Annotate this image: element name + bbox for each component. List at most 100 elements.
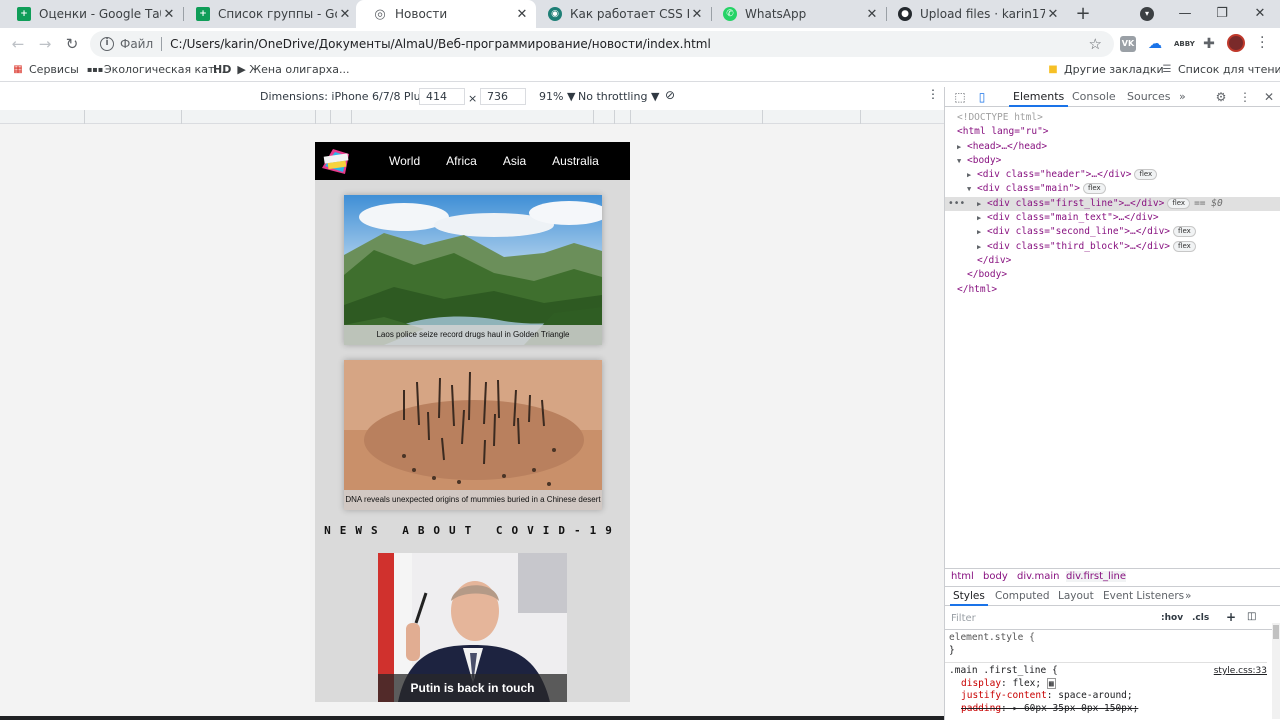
expand-arrow-icon[interactable]: ▶ <box>967 168 977 182</box>
close-icon[interactable]: ✕ <box>514 7 530 22</box>
expand-arrow-icon[interactable]: ▶ <box>977 240 987 254</box>
tab-grades[interactable]: + Оценки - Google Таблицы ✕ <box>0 0 183 28</box>
device-select[interactable]: Dimensions: iPhone 6/7/8 Plus ▼ <box>260 90 438 103</box>
tab-sources[interactable]: Sources <box>1127 90 1171 103</box>
bookmark-star-icon[interactable]: ☆ <box>1089 35 1102 53</box>
toggle-sidebar-icon[interactable]: ◫ <box>1247 611 1256 622</box>
forward-icon[interactable]: → <box>35 34 55 54</box>
media-query-ruler[interactable] <box>0 110 944 124</box>
flex-badge[interactable]: flex <box>1173 226 1196 238</box>
flex-badge[interactable]: flex <box>1134 169 1158 181</box>
tab-whatsapp[interactable]: ✆ WhatsApp ✕ <box>706 0 886 28</box>
expand-arrow-icon[interactable]: ▶ <box>977 197 987 211</box>
inspect-element-icon[interactable]: ⬚ <box>953 90 967 104</box>
flexbox-editor-icon[interactable]: ▦ <box>1046 677 1056 689</box>
more-panes-button[interactable]: » <box>1185 590 1191 602</box>
flex-badge[interactable]: flex <box>1173 240 1196 252</box>
profile-avatar[interactable] <box>1227 34 1245 52</box>
nav-world[interactable]: World <box>389 154 420 168</box>
bookmark-eco[interactable]: ▪▪▪ Экологическая кат... <box>87 63 225 76</box>
minimize-icon[interactable]: — <box>1175 4 1195 24</box>
close-devtools-icon[interactable]: ✕ <box>1262 90 1276 104</box>
dom-node-main-text[interactable]: ▶ <div class="main_text">…</div> <box>945 211 1280 225</box>
css-declaration-overridden[interactable]: padding: ▸ 60px 35px 0px 150px; <box>945 703 1267 716</box>
reload-icon[interactable]: ↻ <box>62 34 82 54</box>
new-tab-button[interactable]: + <box>1073 4 1093 24</box>
tab-computed[interactable]: Computed <box>995 590 1050 602</box>
featured-article-card[interactable]: Putin is back in touch <box>378 553 567 702</box>
bookmark-video[interactable]: HD ▶ Жена олигарха... <box>213 63 350 76</box>
device-menu-kebab-icon[interactable]: ⋮ <box>927 87 939 101</box>
puzzle-icon[interactable]: ✚ <box>1201 36 1217 52</box>
tab-console[interactable]: Console <box>1072 90 1116 103</box>
close-icon[interactable]: ✕ <box>337 7 353 22</box>
new-rule-button[interactable]: + <box>1226 610 1236 624</box>
hover-state-button[interactable]: :hov <box>1161 613 1183 623</box>
dom-node-body[interactable]: ▼ <body> <box>945 154 1280 168</box>
close-window-icon[interactable]: ✕ <box>1250 4 1270 24</box>
tab-search-icon[interactable]: ▾ <box>1140 7 1154 21</box>
class-toggle-button[interactable]: .cls <box>1192 613 1209 623</box>
nav-australia[interactable]: Australia <box>552 154 599 168</box>
nav-asia[interactable]: Asia <box>503 154 526 168</box>
height-input[interactable]: 736 <box>480 88 526 105</box>
abbyy-extension-icon[interactable]: ABBY <box>1174 36 1195 52</box>
info-icon[interactable]: i <box>100 37 114 51</box>
cloud-extension-icon[interactable]: ☁ <box>1147 36 1163 52</box>
tab-layout[interactable]: Layout <box>1058 590 1094 602</box>
expand-arrow-icon[interactable]: ▶ <box>957 140 967 154</box>
dom-node-html-close[interactable]: </html> <box>945 283 1280 297</box>
expand-arrow-icon[interactable]: ▶ <box>977 225 987 239</box>
dom-node-body-close[interactable]: </body> <box>945 268 1280 282</box>
url-text[interactable]: C:/Users/karin/OneDrive/Документы/AlmaU/… <box>170 37 711 51</box>
dom-node-main[interactable]: ▼ <div class="main"> flex <box>945 182 1280 196</box>
collapse-arrow-icon[interactable]: ▼ <box>967 182 977 196</box>
bookmark-other-folder[interactable]: ■ Другие закладки <box>1047 63 1163 76</box>
article-card[interactable]: DNA reveals unexpected origins of mummie… <box>344 360 602 510</box>
devtools-menu-kebab-icon[interactable]: ⋮ <box>1238 90 1252 104</box>
tab-flexbox[interactable]: ◉ Как работает CSS Flexbox: ✕ <box>531 0 711 28</box>
back-icon[interactable]: ← <box>8 34 28 54</box>
width-input[interactable]: 414 <box>419 88 465 105</box>
crumb-div-main[interactable]: div.main <box>1017 571 1059 582</box>
crumb-html[interactable]: html <box>951 571 974 582</box>
close-icon[interactable]: ✕ <box>689 7 705 22</box>
address-bar[interactable]: i Файл C:/Users/karin/OneDrive/Документы… <box>90 31 1114 57</box>
crumb-div-first-line[interactable]: div.first_line <box>1066 571 1127 582</box>
expand-arrow-icon[interactable]: ▶ <box>977 211 987 225</box>
throttling-select[interactable]: No throttling ▼ <box>578 90 659 103</box>
dom-node-second-line[interactable]: ▶ <div class="second_line">…</div> flex <box>945 225 1280 239</box>
tab-elements[interactable]: Elements <box>1008 90 1069 107</box>
dom-node-head[interactable]: ▶ <head>…</head> <box>945 140 1280 154</box>
dom-node-doctype[interactable]: <!DOCTYPE html> <box>945 111 1280 125</box>
tab-news[interactable]: ◎ Новости ✕ <box>356 0 536 28</box>
dom-node-html[interactable]: <html lang="ru"> <box>945 125 1280 139</box>
dom-node-first-line[interactable]: ••• ▶ <div class="first_line">…</div> flex =… <box>945 196 1280 212</box>
reading-list[interactable]: ☰ Список для чтения <box>1161 63 1280 76</box>
settings-gear-icon[interactable]: ⚙ <box>1214 90 1228 104</box>
restore-icon[interactable]: ❐ <box>1212 4 1232 24</box>
css-declaration[interactable]: display: flex; ▦ <box>945 677 1267 691</box>
dom-node-header[interactable]: ▶ <div class="header">…</div> flex <box>945 168 1280 182</box>
element-style-rule[interactable]: element.style { <box>945 632 1267 645</box>
close-icon[interactable]: ✕ <box>864 7 880 22</box>
collapse-arrow-icon[interactable]: ▼ <box>957 154 967 168</box>
zoom-select[interactable]: 91% ▼ <box>539 90 575 103</box>
flex-badge[interactable]: flex <box>1082 183 1106 195</box>
article-card[interactable]: Laos police seize record drugs haul in G… <box>344 195 602 345</box>
bookmark-apps[interactable]: ▦ Сервисы <box>12 63 79 76</box>
css-declaration[interactable]: justify-content: space-around; <box>945 690 1267 703</box>
flex-badge[interactable]: flex <box>1167 197 1191 209</box>
stylesheet-link[interactable]: style.css:33 <box>1214 665 1267 678</box>
dom-node-third-block[interactable]: ▶ <div class="third_block">…</div> flex <box>945 240 1280 254</box>
close-icon[interactable]: ✕ <box>161 7 177 22</box>
close-icon[interactable]: ✕ <box>1045 7 1061 22</box>
tab-github[interactable]: ● Upload files · karin171/new ✕ <box>881 0 1067 28</box>
menu-kebab-icon[interactable]: · · · <box>1260 31 1264 55</box>
crumb-body[interactable]: body <box>983 571 1008 582</box>
device-toggle-icon[interactable]: ▯ <box>975 90 989 104</box>
rule-selector[interactable]: .main .first_line {style.css:33 <box>945 665 1267 678</box>
nav-africa[interactable]: Africa <box>446 154 477 168</box>
tab-styles[interactable]: Styles <box>950 590 988 606</box>
vk-extension-icon[interactable]: VK <box>1120 36 1136 52</box>
